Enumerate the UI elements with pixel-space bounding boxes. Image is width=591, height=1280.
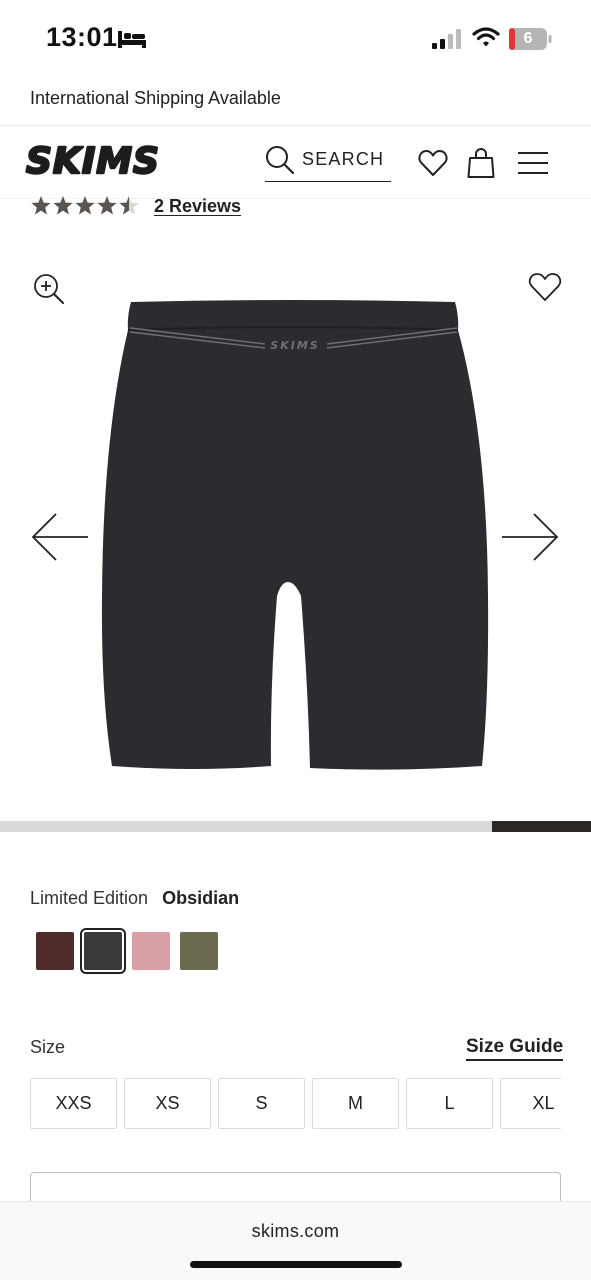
size-options: XXS XS S M L XL: [30, 1078, 561, 1130]
size-option-xl[interactable]: XL: [500, 1078, 561, 1129]
site-header: SKIMS SEARCH: [0, 127, 591, 199]
size-option-m[interactable]: M: [312, 1078, 399, 1129]
previous-image-arrow-icon[interactable]: [30, 512, 90, 562]
product-rating: 2 Reviews: [30, 195, 290, 221]
zoom-in-icon[interactable]: [33, 273, 65, 305]
gallery-progress-fill: [492, 821, 591, 832]
favorite-heart-icon[interactable]: [528, 272, 562, 302]
color-swatch-olive[interactable]: [180, 932, 218, 970]
shopping-bag-icon[interactable]: [467, 147, 495, 179]
color-swatch-obsidian[interactable]: [84, 932, 122, 970]
next-image-arrow-icon[interactable]: [500, 512, 560, 562]
cellular-signal-icon: [432, 29, 461, 49]
svg-text:SKIMS: SKIMS: [26, 141, 160, 182]
battery-level: 6: [523, 30, 533, 47]
product-image: SKIMS: [101, 300, 489, 770]
status-time: 13:01: [46, 22, 118, 52]
size-guide-link[interactable]: Size Guide: [466, 1036, 564, 1061]
skims-logo[interactable]: SKIMS: [24, 137, 174, 183]
size-option-xs[interactable]: XS: [124, 1078, 211, 1129]
shorts-garment: [101, 300, 489, 770]
search-icon: [266, 146, 295, 175]
home-indicator[interactable]: [190, 1261, 402, 1268]
size-option-xxs[interactable]: XXS: [30, 1078, 117, 1129]
color-label: Limited Edition: [30, 888, 149, 908]
menu-icon[interactable]: [517, 150, 549, 176]
wifi-icon: [472, 27, 500, 47]
size-option-l[interactable]: L: [406, 1078, 493, 1129]
bed-icon: [118, 31, 146, 48]
search-label: SEARCH: [302, 149, 385, 169]
promo-text: International Shipping Available: [30, 88, 281, 108]
reviews-link[interactable]: 2 Reviews: [154, 196, 241, 217]
search-button[interactable]: SEARCH: [265, 143, 391, 182]
color-swatches: [30, 928, 330, 974]
size-label: Size: [30, 1037, 66, 1057]
garment-wordmark: SKIMS: [270, 339, 319, 352]
browser-address-bar: skims.com: [0, 1201, 591, 1280]
color-swatch-rose[interactable]: [132, 932, 170, 970]
star-rating-icon: [31, 196, 139, 215]
selected-color-name: Obsidian: [162, 888, 240, 908]
product-gallery: SKIMS: [0, 250, 591, 820]
color-swatch-burgundy[interactable]: [36, 932, 74, 970]
status-bar: 13:01 6: [0, 0, 591, 78]
wishlist-heart-icon[interactable]: [418, 149, 448, 177]
promo-bar: International Shipping Available: [0, 78, 591, 126]
size-option-s[interactable]: S: [218, 1078, 305, 1129]
gallery-progress-bar[interactable]: [0, 821, 591, 832]
url-text[interactable]: skims.com: [0, 1221, 591, 1242]
color-label-row: Limited Edition Obsidian: [30, 888, 239, 909]
